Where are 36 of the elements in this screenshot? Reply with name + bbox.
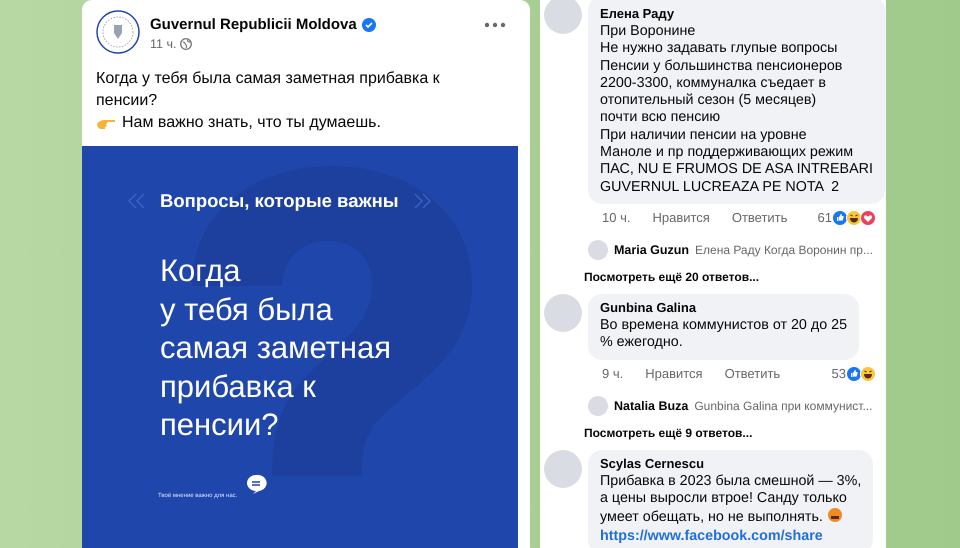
like-button[interactable]: Нравится xyxy=(645,366,703,382)
comment-link[interactable]: https://www.facebook.com/share xyxy=(600,528,862,546)
comment-text: При Воронине Не нужно задавать глупые вопросы Пенсии у большинства пенсионеров 2200-3300, коммуналка съедает в отопительный сезон (5 месяцев) почти всю пенсию При наличии пенсии на уровне Маноле и пр поддерживающих режим ПАС, NU E FRUMOS DE ASA INTREBARI GUVERNUL LUCREAZA PE NOTA 2 xyxy=(600,23,873,196)
post-text: Когда у тебя была самая заметная прибавка к пенсии? xyxy=(95,69,441,111)
graphic-question: Когда у тебя была самая заметная прибавка к пенсии? xyxy=(160,252,392,444)
reply-button[interactable]: Ответить xyxy=(724,366,780,382)
avatar-placeholder[interactable] xyxy=(544,294,582,332)
comment-text: Прибавка в 2023 была смешной — 3%, а цены выросли втрое! Санду только умеет обещать, но не выполнять. xyxy=(600,472,862,526)
comment-time[interactable]: 10 ч. xyxy=(602,210,630,226)
comment-time[interactable]: 9 ч. xyxy=(602,366,624,382)
more-replies-link[interactable]: Посмотреть ещё 9 ответов... xyxy=(544,416,876,450)
reply-author[interactable]: Natalia Buza xyxy=(614,398,688,413)
comment-author[interactable]: Gunbina Galina xyxy=(600,300,848,315)
globe-icon xyxy=(180,38,192,50)
reaction-count: 53 xyxy=(832,366,846,382)
more-options-icon[interactable] xyxy=(484,22,506,28)
comment-author[interactable]: Елена Раду xyxy=(600,6,873,21)
graphic-heading: Вопросы, которые важны xyxy=(160,190,399,212)
like-button[interactable]: Нравится xyxy=(652,210,710,226)
reply-preview[interactable]: Елена Раду Когда Воронин пр... xyxy=(695,242,873,257)
reply-author[interactable]: Maria Guzun xyxy=(614,242,690,257)
author-name[interactable]: Guvernul Republicii Moldova xyxy=(150,16,357,33)
speech-bubble-icon xyxy=(245,472,268,494)
avatar-placeholder[interactable] xyxy=(544,0,582,34)
avatar-placeholder[interactable] xyxy=(544,450,582,488)
seal-logo-icon xyxy=(96,10,140,54)
reply-preview[interactable]: Gunbina Galina при коммунист... xyxy=(694,398,872,413)
post-time[interactable]: 11 ч. xyxy=(150,37,176,51)
comment-author[interactable]: Scylas Cernescu xyxy=(600,456,862,471)
avatar-placeholder[interactable] xyxy=(588,396,608,416)
reaction-count: 61 xyxy=(818,210,832,226)
post-note: Нам важно знать, что ты думаешь. xyxy=(122,113,381,133)
comment-text: Во времена коммунистов от 20 до 25 % ежегодно. xyxy=(600,316,848,352)
more-replies-link[interactable]: Посмотреть ещё 20 ответов... xyxy=(544,260,876,294)
reply-button[interactable]: Ответить xyxy=(732,210,788,226)
avatar-placeholder[interactable] xyxy=(588,240,608,260)
